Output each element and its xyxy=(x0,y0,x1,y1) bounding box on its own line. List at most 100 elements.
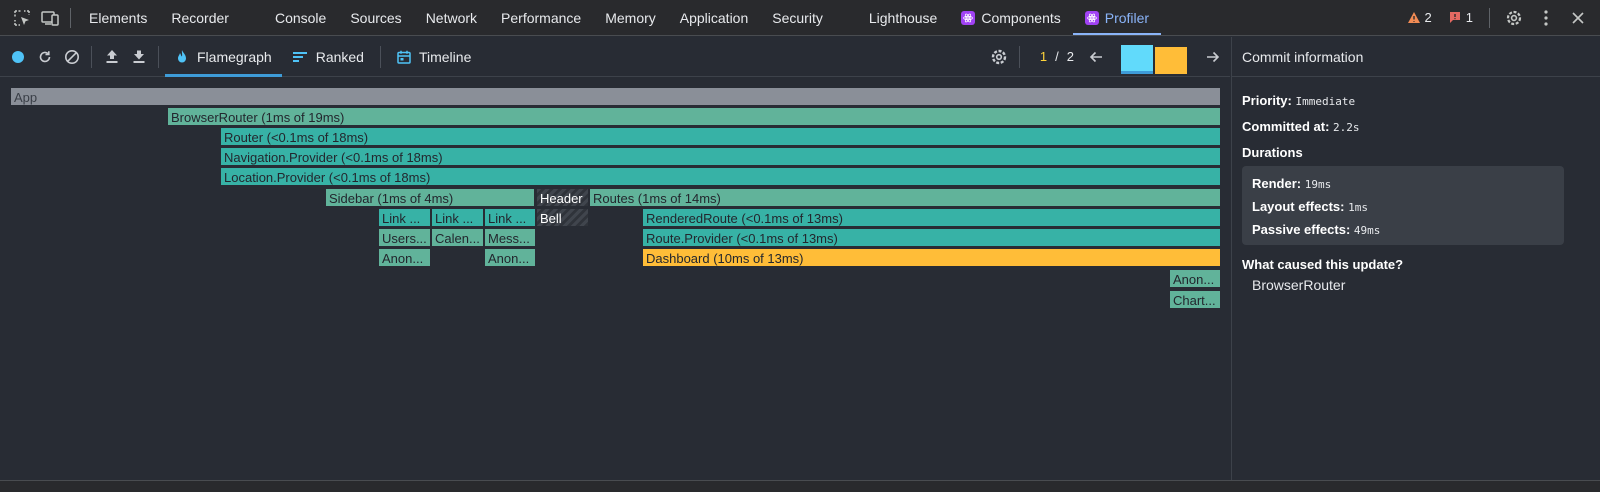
inspect-element-icon[interactable] xyxy=(8,0,36,36)
errors-counter[interactable]: 1 xyxy=(1442,10,1479,25)
react-logo-icon xyxy=(1084,10,1099,25)
flame-node-header[interactable]: Header xyxy=(536,188,589,207)
toolbar-divider xyxy=(1018,45,1020,68)
tab-elements[interactable]: Elements xyxy=(77,0,159,35)
download-icon xyxy=(133,50,144,63)
error-flag-icon xyxy=(1449,12,1460,23)
commit-counter: 1 / 2 xyxy=(1040,49,1074,64)
flame-node-location-provider[interactable]: Location.Provider (<0.1ms of 18ms) xyxy=(220,167,1221,186)
tab-security[interactable]: Security xyxy=(760,0,835,35)
flame-node-navigation-provider[interactable]: Navigation.Provider (<0.1ms of 18ms) xyxy=(220,147,1221,166)
priority-row: Priority: Immediate xyxy=(1242,93,1356,108)
total-commits: 2 xyxy=(1066,49,1074,64)
device-toolbar-icon[interactable] xyxy=(36,0,64,36)
clear-profiling-button[interactable] xyxy=(58,37,85,77)
tab-memory[interactable]: Memory xyxy=(593,0,668,35)
flame-node-chart[interactable]: Chart... xyxy=(1169,290,1221,309)
next-commit-button[interactable] xyxy=(1199,37,1226,77)
flame-node-link-messages[interactable]: Link ... xyxy=(484,208,536,227)
arrow-right-icon xyxy=(1206,51,1219,62)
durations-section: Durations Render: 19ms Layout effects: 1… xyxy=(1242,145,1590,245)
upload-icon xyxy=(106,50,117,63)
gear-icon xyxy=(992,49,1007,64)
current-commit-number: 1 xyxy=(1039,49,1048,64)
tab-performance[interactable]: Performance xyxy=(489,0,593,35)
render-duration: Render: 19ms xyxy=(1252,176,1332,191)
flame-node-link-users[interactable]: Link ... xyxy=(378,208,431,227)
flame-node-calendar[interactable]: Calen... xyxy=(431,228,484,247)
clear-icon xyxy=(64,49,79,64)
toolbar-divider xyxy=(379,45,381,68)
flame-node-renderedroute[interactable]: RenderedRoute (<0.1ms of 13ms) xyxy=(642,208,1221,227)
priority-value: Immediate xyxy=(1295,95,1356,108)
bottom-border xyxy=(0,480,1600,492)
committed-at-row: Committed at: 2.2s xyxy=(1242,119,1360,134)
tab-ranked[interactable]: Ranked xyxy=(282,37,374,77)
tab-recorder[interactable]: Recorder xyxy=(159,0,241,35)
arrow-left-icon xyxy=(1089,51,1102,62)
committed-at-label: Committed at xyxy=(1242,119,1326,134)
layout-effects-duration: Layout effects: 1ms xyxy=(1252,199,1368,214)
flame-node-bell[interactable]: Bell xyxy=(536,208,589,227)
tab-network[interactable]: Network xyxy=(414,0,489,35)
load-profile-button[interactable] xyxy=(98,37,125,77)
toolbar-divider xyxy=(70,7,71,28)
flame-node-app[interactable]: App xyxy=(10,87,1221,106)
commit-separator: / xyxy=(1055,49,1059,64)
toolbar-divider xyxy=(158,45,159,68)
save-profile-button[interactable] xyxy=(125,37,152,77)
warning-icon xyxy=(1407,12,1420,23)
flame-node-browserrouter[interactable]: BrowserRouter (1ms of 19ms) xyxy=(167,107,1221,126)
record-icon xyxy=(11,50,24,63)
tab-timeline[interactable]: Timeline xyxy=(387,37,481,77)
panel-title: Commit information xyxy=(1232,37,1600,77)
ranked-list-icon xyxy=(292,51,307,62)
update-cause-section: What caused this update? BrowserRouter xyxy=(1242,257,1590,298)
flame-node-sidebar[interactable]: Sidebar (1ms of 4ms) xyxy=(325,188,535,207)
profiler-settings-button[interactable] xyxy=(986,37,1013,77)
flame-node-anonymous[interactable]: Anon... xyxy=(1169,269,1221,288)
close-devtools-icon[interactable] xyxy=(1564,0,1592,36)
tab-console[interactable]: Console xyxy=(263,0,338,35)
tab-profiler[interactable]: Profiler xyxy=(1072,0,1162,35)
tab-components[interactable]: Components xyxy=(949,0,1072,35)
committed-at-value: 2.2s xyxy=(1333,121,1360,134)
flame-node-link-calendar[interactable]: Link ... xyxy=(431,208,484,227)
flame-node-anonymous[interactable]: Anon... xyxy=(378,248,431,267)
commit-bar-2[interactable] xyxy=(1155,46,1187,74)
profiler-toolbar: Flamegraph Ranked Timeline 1 / 2 xyxy=(0,37,1230,77)
record-button[interactable] xyxy=(4,37,31,77)
flame-icon xyxy=(178,49,186,62)
flamegraph-chart: App BrowserRouter (1ms of 19ms) Router (… xyxy=(0,78,1230,480)
commit-information-panel: Commit information Priority: Immediate C… xyxy=(1231,37,1600,480)
commit-bar-1[interactable] xyxy=(1121,44,1153,74)
priority-label: Priority xyxy=(1242,93,1288,108)
durations-box: Render: 19ms Layout effects: 1ms Passive… xyxy=(1242,166,1564,245)
calendar-icon xyxy=(397,50,411,64)
previous-commit-button[interactable] xyxy=(1082,37,1109,77)
flame-node-anonymous[interactable]: Anon... xyxy=(484,248,536,267)
flame-node-route-provider[interactable]: Route.Provider (<0.1ms of 13ms) xyxy=(642,228,1221,247)
tab-flamegraph[interactable]: Flamegraph xyxy=(165,37,282,77)
tab-sources[interactable]: Sources xyxy=(338,0,413,35)
warnings-counter[interactable]: 2 xyxy=(1401,10,1438,25)
devtools-tabbar: Elements Recorder Console Sources Networ… xyxy=(0,0,1600,36)
more-options-icon[interactable] xyxy=(1532,0,1560,36)
tab-lighthouse[interactable]: Lighthouse xyxy=(857,0,950,35)
settings-gear-icon[interactable] xyxy=(1500,0,1528,36)
reload-icon xyxy=(39,50,50,62)
durations-label: Durations xyxy=(1242,145,1303,160)
flame-node-router[interactable]: Router (<0.1ms of 18ms) xyxy=(220,127,1221,146)
tab-application[interactable]: Application xyxy=(668,0,761,35)
toolbar-divider xyxy=(91,45,92,68)
flame-node-users[interactable]: Users... xyxy=(378,228,431,247)
flame-node-messages[interactable]: Mess... xyxy=(484,228,536,247)
toolbar-divider xyxy=(1489,7,1490,28)
commit-selector[interactable] xyxy=(1121,40,1187,74)
update-cause-label: What caused this update? xyxy=(1242,257,1404,272)
passive-effects-duration: Passive effects: 49ms xyxy=(1252,222,1381,237)
update-cause-item[interactable]: BrowserRouter xyxy=(1242,272,1590,298)
flame-node-dashboard[interactable]: Dashboard (10ms of 13ms) xyxy=(642,248,1221,267)
reload-and-profile-button[interactable] xyxy=(31,37,58,77)
flame-node-routes[interactable]: Routes (1ms of 14ms) xyxy=(589,188,1221,207)
